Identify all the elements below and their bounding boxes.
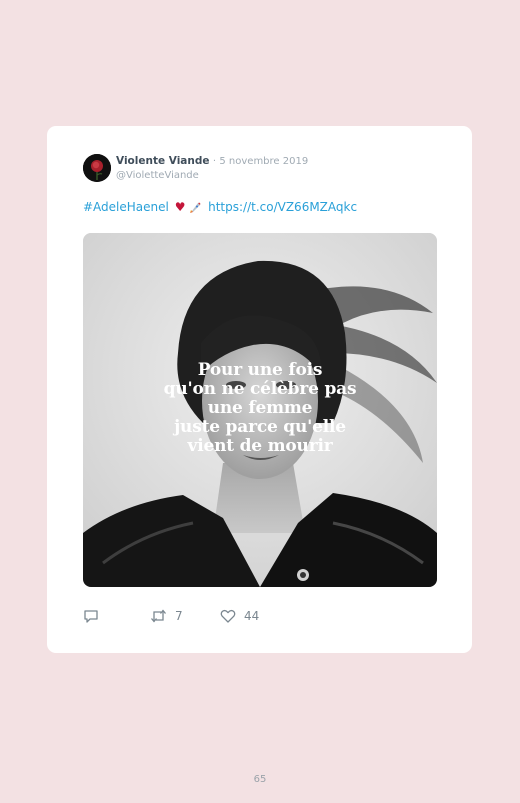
overlay-line: vient de mourir: [187, 436, 333, 456]
rocket-emoji-icon: [190, 202, 201, 213]
retweet-icon: [151, 609, 166, 623]
page-number: 65: [253, 774, 267, 785]
overlay-line: une femme: [207, 398, 313, 418]
author-handle[interactable]: @VioletteViande: [116, 169, 308, 183]
author-name[interactable]: Violente Viande: [116, 155, 210, 167]
photo-overlay-text: Pour une fois qu'on ne célèbre pas une f…: [83, 361, 437, 456]
reply-button[interactable]: [83, 608, 99, 624]
overlay-line: Pour une fois: [197, 360, 323, 380]
reply-icon: [84, 610, 98, 623]
like-button[interactable]: 44: [220, 608, 259, 624]
tweet-text: #AdeleHaenel ♥ https://t.co/VZ66MZAqkc: [83, 200, 357, 215]
overlay-line: qu'on ne célèbre pas: [163, 379, 357, 399]
hashtag-link[interactable]: #AdeleHaenel: [83, 200, 169, 214]
author-line: Violente Viande · 5 novembre 2019: [116, 154, 308, 169]
tweet-link[interactable]: https://t.co/VZ66MZAqkc: [208, 200, 357, 214]
tweet-card: Violente Viande · 5 novembre 2019 @Viole…: [47, 126, 472, 653]
retweet-count: 7: [175, 609, 183, 623]
avatar-rose-icon: [83, 154, 111, 182]
tweet-header: Violente Viande · 5 novembre 2019 @Viole…: [116, 154, 308, 183]
heart-emoji: ♥: [174, 200, 186, 214]
tweet-photo[interactable]: Pour une fois qu'on ne célèbre pas une f…: [83, 233, 437, 587]
like-count: 44: [244, 609, 260, 623]
tweet-date[interactable]: 5 novembre 2019: [219, 156, 308, 167]
overlay-line: juste parce qu'elle: [174, 417, 346, 437]
avatar[interactable]: [83, 154, 111, 182]
heart-icon: [220, 609, 236, 623]
retweet-button[interactable]: 7: [150, 608, 183, 624]
separator-dot: ·: [212, 156, 217, 167]
